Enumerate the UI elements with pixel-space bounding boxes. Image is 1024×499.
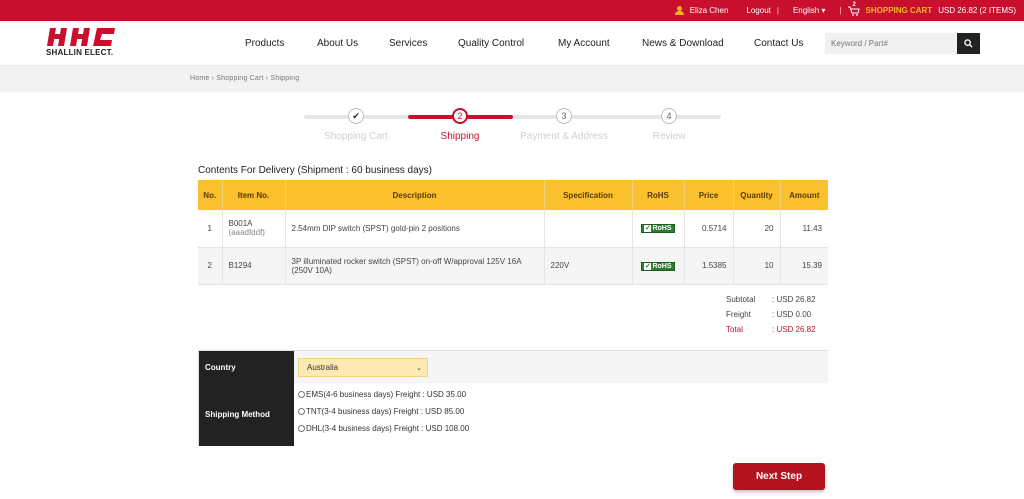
step-1-marker: ✔: [348, 108, 364, 124]
item-number[interactable]: B001A: [229, 219, 279, 228]
next-step-button[interactable]: Next Step: [733, 463, 825, 490]
nav-news-download[interactable]: News & Download: [642, 38, 724, 49]
col-header-no: No.: [198, 180, 223, 210]
step-4-marker: 4: [661, 108, 677, 124]
col-header-rohs: RoHS: [632, 180, 685, 210]
header: SHALLIN ELECT. Products About Us Service…: [0, 21, 1024, 66]
shipping-option-ems[interactable]: EMS(4-6 business days) Freight : USD 35.…: [298, 390, 466, 399]
country-select[interactable]: Australia ⌄: [298, 358, 428, 377]
col-header-amount: Amount: [780, 180, 828, 210]
radio-icon[interactable]: [298, 408, 305, 415]
radio-icon[interactable]: [298, 425, 305, 432]
col-header-specification: Specification: [544, 180, 633, 210]
total-value: : USD 26.82: [772, 325, 816, 334]
items-table: No. Item No. Description Specification R…: [198, 180, 828, 285]
logout-link[interactable]: Logout: [746, 6, 770, 15]
user-name[interactable]: Eliza Chen: [690, 6, 729, 15]
breadcrumb-bar: Home › Shopping Cart › Shipping: [0, 66, 1024, 92]
separator: |: [839, 6, 842, 15]
cell-price: 1.5385: [684, 247, 734, 285]
item-number[interactable]: B1294: [229, 261, 279, 270]
cell-description: 2.54mm DIP switch (SPST) gold-pin 2 posi…: [285, 210, 545, 248]
step-2-label: Shipping: [440, 131, 480, 142]
cell-item[interactable]: B1294: [222, 247, 286, 285]
chevron-down-icon: ⌄: [416, 365, 422, 372]
search-icon: [964, 39, 973, 48]
radio-icon[interactable]: [298, 391, 305, 398]
country-row: Australia ⌄: [294, 351, 828, 383]
subtotal-label: Subtotal: [726, 295, 756, 304]
cell-amount: 15.39: [780, 247, 828, 285]
step-2-marker: 2: [452, 108, 468, 124]
search-button[interactable]: [957, 33, 980, 54]
freight-label: Freight: [726, 310, 751, 319]
separator: |: [776, 6, 779, 15]
nav-quality-control[interactable]: Quality Control: [458, 38, 524, 49]
check-icon: ✓: [644, 225, 652, 233]
col-header-description: Description: [285, 180, 545, 210]
shipping-option-dhl[interactable]: DHL(3-4 business days) Freight : USD 108…: [298, 424, 469, 433]
checkout-steps: ✔ 2 3 4 Shopping Cart Shipping Payment &…: [304, 108, 724, 148]
cell-quantity: 20: [733, 210, 781, 248]
nav-about-us[interactable]: About Us: [317, 38, 358, 49]
cell-rohs: ✓ RoHS: [632, 247, 685, 285]
shipping-option-tnt[interactable]: TNT(3-4 business days) Freight : USD 85.…: [298, 407, 464, 416]
nav-contact-us[interactable]: Contact Us: [754, 38, 803, 49]
shipping-method-row: EMS(4-6 business days) Freight : USD 35.…: [294, 383, 828, 446]
cart-count-badge: 2: [852, 1, 856, 8]
check-icon: ✓: [644, 262, 652, 270]
nav-services[interactable]: Services: [389, 38, 427, 49]
logo-text: SHALLIN ELECT.: [46, 48, 114, 57]
shipping-method-label: Shipping Method: [199, 383, 294, 446]
cart-summary: USD 26.82 (2 ITEMS): [938, 6, 1016, 15]
chevron-down-icon: ▾: [821, 6, 826, 15]
country-label: Country: [199, 351, 294, 383]
nav-my-account[interactable]: My Account: [558, 38, 610, 49]
cell-spec: [544, 210, 633, 248]
table-row: 2 B1294 3P illuminated rocker switch (SP…: [198, 247, 828, 285]
search-box: [825, 33, 980, 54]
cell-spec: 220V: [544, 247, 633, 285]
country-value: Australia: [307, 363, 339, 372]
step-1-label[interactable]: Shopping Cart: [324, 131, 388, 142]
rohs-badge: ✓ RoHS: [641, 224, 675, 234]
search-input[interactable]: [825, 33, 957, 54]
breadcrumb[interactable]: Home › Shopping Cart › Shipping: [190, 75, 299, 82]
cell-price: 0.5714: [684, 210, 734, 248]
col-header-price: Price: [684, 180, 734, 210]
step-3-marker: 3: [556, 108, 572, 124]
col-header-quantity: Quantity: [733, 180, 781, 210]
nav-products[interactable]: Products: [245, 38, 284, 49]
item-sub: (aaadfddf): [228, 228, 265, 238]
logo[interactable]: SHALLIN ELECT.: [46, 28, 118, 60]
shopping-cart-link[interactable]: SHOPPING CART: [866, 6, 933, 15]
step-track: [513, 115, 721, 119]
cell-description: 3P illuminated rocker switch (SPST) on-o…: [285, 247, 545, 285]
cell-quantity: 10: [733, 247, 781, 285]
subtotal-value: : USD 26.82: [772, 295, 816, 304]
rohs-badge: ✓ RoHS: [641, 261, 675, 271]
freight-value: : USD 0.00: [772, 310, 812, 319]
cell-amount: 11.43: [780, 210, 828, 248]
cell-rohs: ✓ RoHS: [632, 210, 685, 248]
step-3-label: Payment & Address: [520, 131, 608, 142]
cell-item[interactable]: B001A (aaadfddf): [222, 210, 286, 248]
shopping-cart-icon[interactable]: 2: [847, 2, 860, 16]
section-title: Contents For Delivery (Shipment : 60 bus…: [198, 165, 432, 176]
step-4-label: Review: [652, 131, 686, 142]
cell-no: 1: [198, 210, 223, 248]
user-icon: [674, 6, 684, 15]
cell-no: 2: [198, 247, 223, 285]
total-label: Total: [726, 325, 743, 334]
language-select[interactable]: English ▾: [793, 6, 826, 15]
col-header-item: Item No.: [222, 180, 286, 210]
shipping-form: Country Australia ⌄ Shipping Method EMS(…: [198, 350, 828, 446]
top-bar: Eliza Chen Logout | English ▾ | 2 SHOPPI…: [0, 0, 1024, 21]
table-row: 1 B001A (aaadfddf) 2.54mm DIP switch (SPS…: [198, 210, 828, 248]
logo-mark: [47, 28, 115, 46]
order-totals: Subtotal : USD 26.82 Freight : USD 0.00 To…: [726, 292, 816, 337]
